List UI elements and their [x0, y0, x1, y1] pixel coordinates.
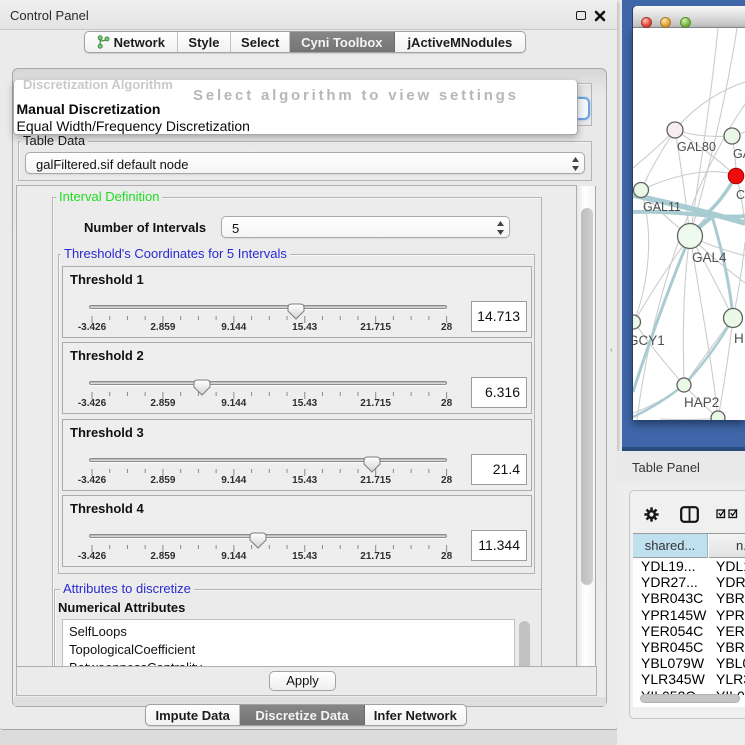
svg-text:GAL80: GAL80 — [677, 140, 716, 154]
svg-text:GAL11: GAL11 — [643, 200, 681, 214]
svg-text:GA: GA — [733, 147, 745, 161]
svg-text:GAL4: GAL4 — [692, 250, 727, 265]
svg-text:C: C — [736, 188, 745, 202]
svg-text:HAP2: HAP2 — [684, 395, 719, 410]
svg-text:H: H — [734, 331, 744, 346]
svg-text:GCY1: GCY1 — [633, 333, 665, 348]
